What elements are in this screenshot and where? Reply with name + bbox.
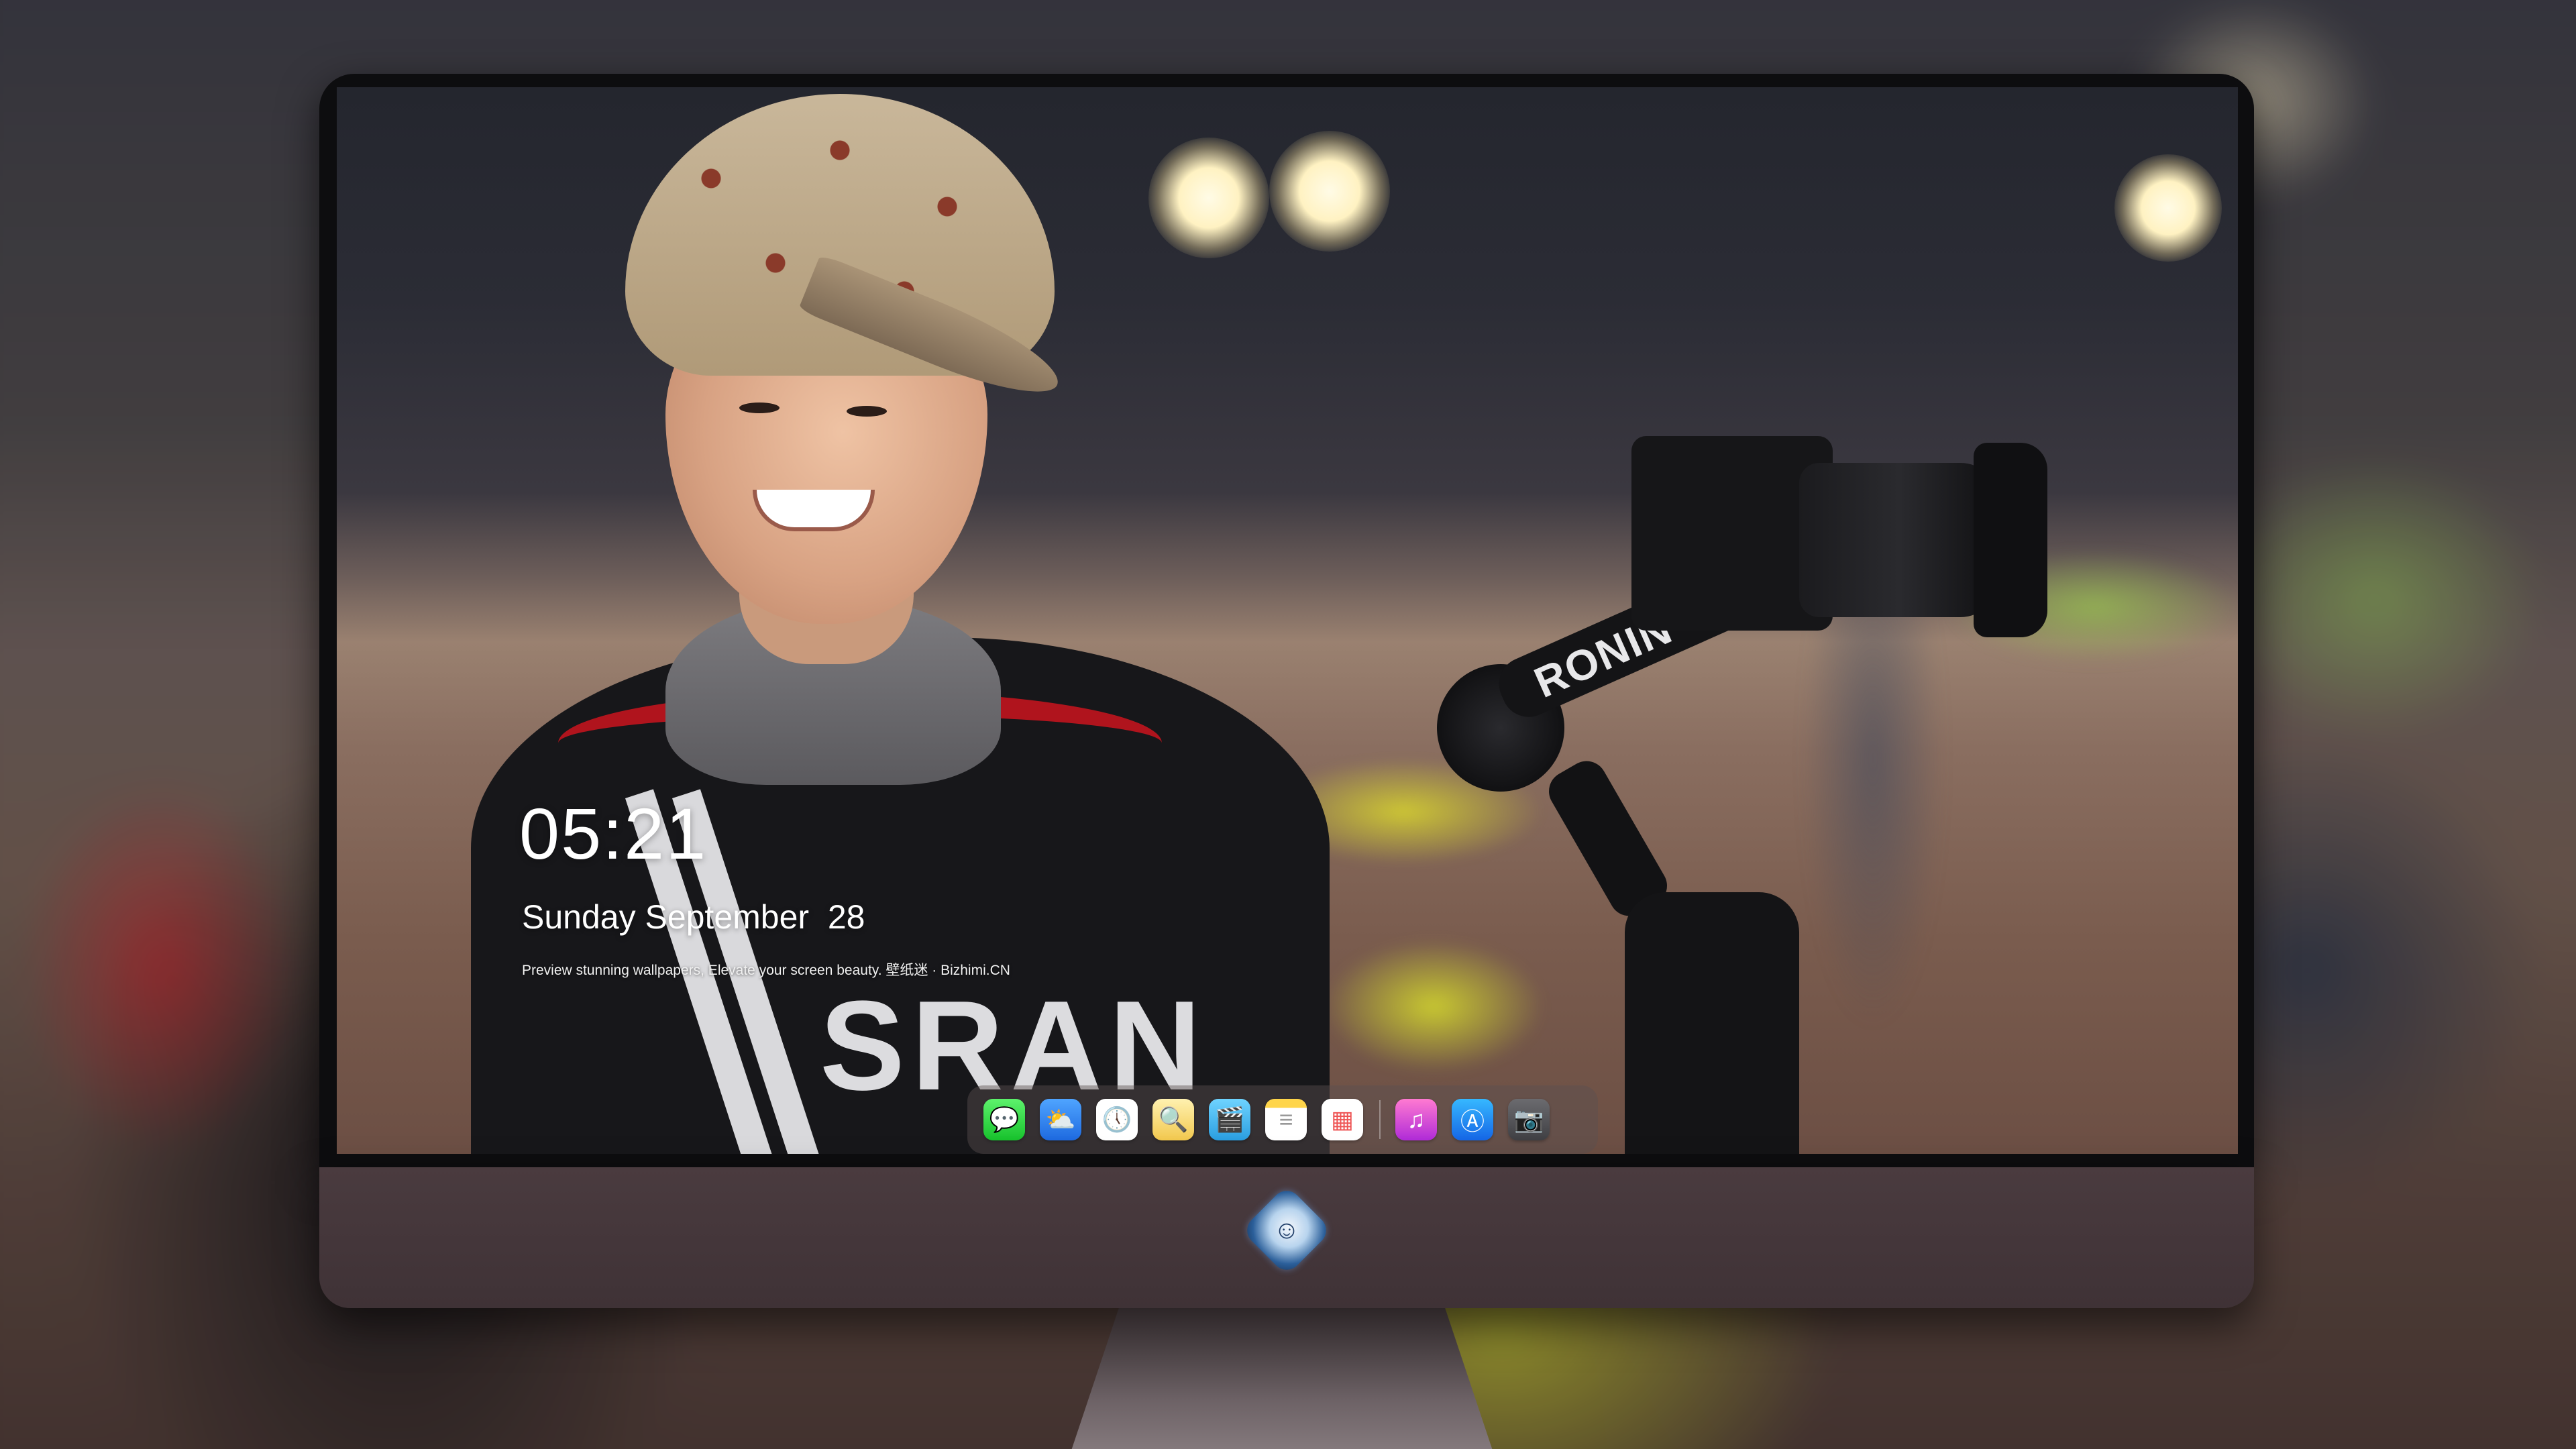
monitor-stand bbox=[1067, 1308, 1497, 1449]
subject-eye bbox=[739, 402, 780, 413]
camera-icon[interactable]: 📷 bbox=[1508, 1099, 1550, 1140]
music-note-icon[interactable]: ♫ bbox=[1395, 1099, 1437, 1140]
message-bubble-icon[interactable]: 💬 bbox=[983, 1099, 1025, 1140]
lockscreen-clock: 05:21 bbox=[519, 793, 708, 874]
camera-lens bbox=[1799, 463, 2000, 617]
photo-grid-icon[interactable]: ▦ bbox=[1322, 1099, 1363, 1140]
clock-icon[interactable]: 🕔 bbox=[1096, 1099, 1138, 1140]
dock: 💬 ⛅ 🕔 🔍 🎬 ≡ ▦ ♫ Ⓐ 📷 bbox=[967, 1085, 1598, 1154]
monitor: SRAN RONIN 05:21 Sunday September 28 Pre… bbox=[319, 74, 2254, 1449]
mascot-icon: ☺ bbox=[1273, 1216, 1300, 1244]
dock-divider bbox=[1379, 1100, 1381, 1139]
gimbal-tripod bbox=[1625, 892, 1799, 1154]
notes-icon[interactable]: ≡ bbox=[1265, 1099, 1307, 1140]
lockscreen-date: Sunday September 28 bbox=[522, 898, 865, 936]
stadium-light bbox=[1269, 131, 1390, 252]
cloud-sun-icon[interactable]: ⛅ bbox=[1040, 1099, 1081, 1140]
lens-hood bbox=[1974, 443, 2047, 637]
stadium-light bbox=[1148, 138, 1269, 258]
screen: SRAN RONIN 05:21 Sunday September 28 Pre… bbox=[337, 87, 2238, 1154]
app-store-icon[interactable]: Ⓐ bbox=[1452, 1099, 1493, 1140]
preview-icon[interactable]: 🔍 bbox=[1152, 1099, 1194, 1140]
clapperboard-icon[interactable]: 🎬 bbox=[1209, 1099, 1250, 1140]
stadium-light bbox=[2114, 154, 2222, 262]
lockscreen-caption: Preview stunning wallpapers, Elevate you… bbox=[522, 963, 1010, 978]
desktop-scene: SRAN RONIN 05:21 Sunday September 28 Pre… bbox=[0, 0, 2576, 1449]
field-marking bbox=[1323, 939, 1544, 1073]
subject-eye bbox=[847, 406, 887, 417]
